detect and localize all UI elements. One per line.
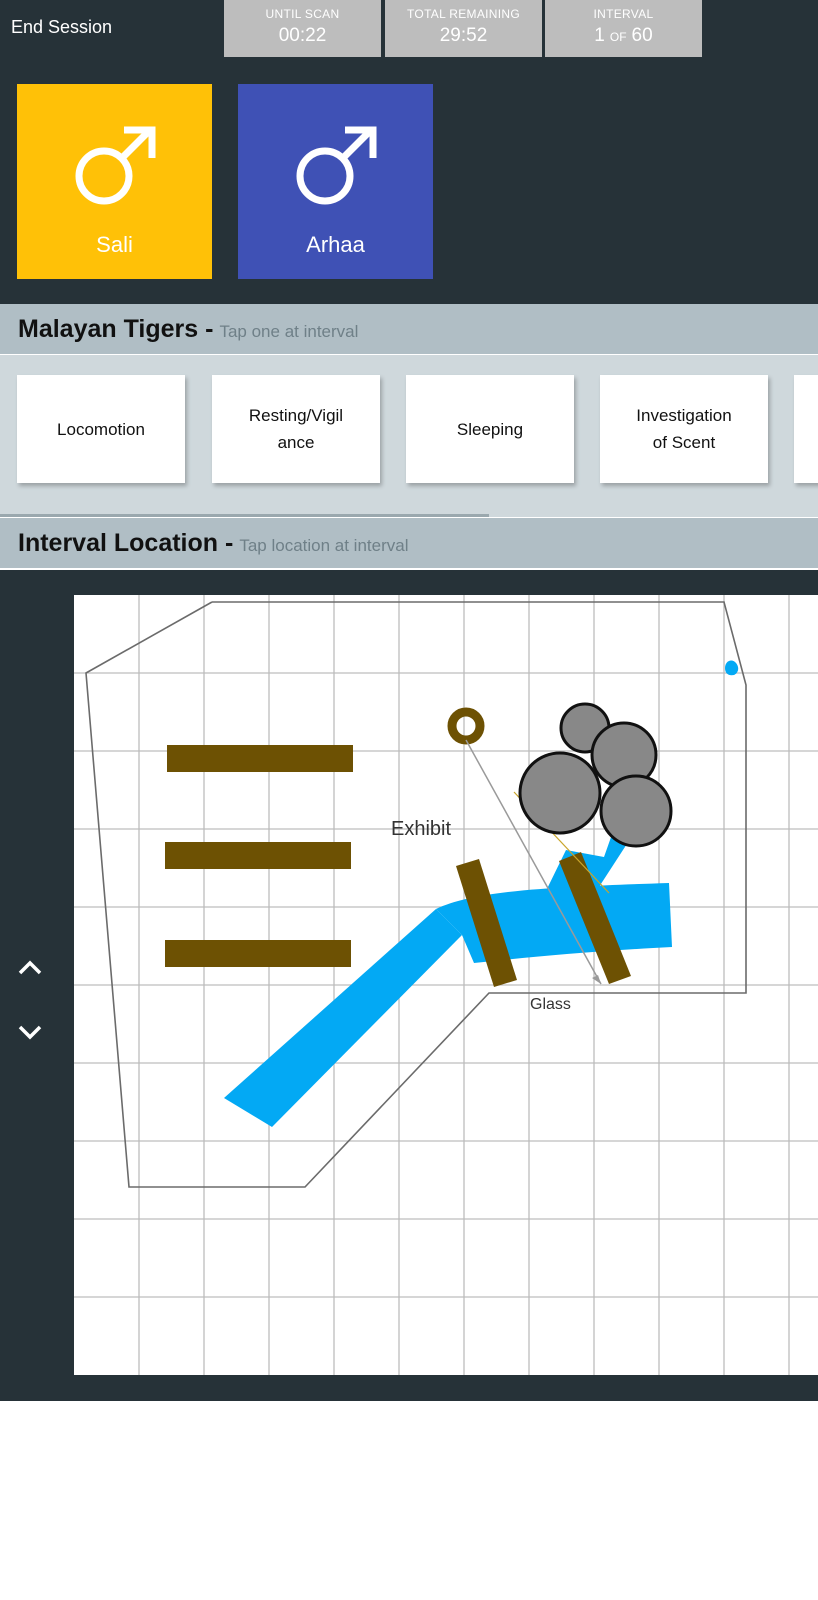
behavior-next-button[interactable] <box>794 375 818 483</box>
behaviors-title-text: Malayan Tigers <box>18 315 199 343</box>
interval-of: OF <box>609 30 627 44</box>
male-icon <box>296 126 377 205</box>
behaviors-header: Malayan Tigers - Tap one at interval <box>0 304 818 354</box>
end-session-button[interactable]: End Session <box>11 17 112 38</box>
behavior-list[interactable]: Locomotion Resting/Vigil ance Sleeping I… <box>0 355 818 517</box>
until-scan-stat: UNTIL SCAN 00:22 <box>224 0 381 57</box>
animal-name: Arhaa <box>306 232 365 257</box>
map-grid <box>74 595 818 1375</box>
until-scan-value: 00:22 <box>278 25 327 46</box>
location-title: Interval Location - Tap location at inter… <box>18 529 408 558</box>
location-header: Interval Location - Tap location at inter… <box>0 518 818 568</box>
horizontal-scrollbar[interactable] <box>0 514 489 517</box>
exhibit-label: Exhibit <box>391 818 451 840</box>
until-scan-label: UNTIL SCAN <box>265 7 340 21</box>
chevron-up-icon[interactable] <box>16 954 44 982</box>
top-bar: End Session UNTIL SCAN 00:22 TOTAL REMAI… <box>0 0 818 59</box>
exhibit-map-drawing[interactable]: Exhibit Glass <box>74 595 818 1375</box>
location-title-dash: - <box>225 529 234 557</box>
glass-label: Glass <box>530 996 571 1013</box>
interval-current: 1 <box>594 25 605 46</box>
animal-name: Sali <box>96 232 133 257</box>
total-remaining-label: TOTAL REMAINING <box>407 7 520 21</box>
behavior-locomotion-button[interactable]: Locomotion <box>17 375 185 483</box>
location-map-panel: Exhibit Glass <box>0 570 818 1401</box>
location-marker <box>725 660 739 676</box>
behavior-investigation-of-scent-button[interactable]: Investigation of Scent <box>600 375 768 483</box>
total-remaining-value: 29:52 <box>439 25 488 46</box>
location-title-text: Interval Location <box>18 529 219 557</box>
behavior-resting-vigilance-button[interactable]: Resting/Vigil ance <box>212 375 380 483</box>
interval-total: 60 <box>631 25 653 46</box>
location-hint: Tap location at interval <box>239 536 409 555</box>
interval-stat: INTERVAL 1 OF 60 <box>545 0 702 57</box>
animal-tile-arhaa[interactable]: Arhaa <box>238 84 433 279</box>
chevron-down-icon[interactable] <box>16 1018 44 1046</box>
behaviors-hint: Tap one at interval <box>219 322 359 341</box>
total-remaining-stat: TOTAL REMAINING 29:52 <box>385 0 542 57</box>
interval-value: 1 OF 60 <box>545 25 702 47</box>
interval-label: INTERVAL <box>593 7 654 21</box>
behavior-sleeping-button[interactable]: Sleeping <box>406 375 574 483</box>
behaviors-title-dash: - <box>205 315 214 343</box>
behaviors-title: Malayan Tigers - Tap one at interval <box>18 315 358 344</box>
exhibit-map[interactable]: Exhibit Glass <box>74 595 818 1375</box>
rocks <box>518 702 673 848</box>
feeder-ring <box>447 707 485 745</box>
animal-selector: Sali Arhaa <box>0 58 818 304</box>
animal-tile-sali[interactable]: Sali <box>17 84 212 279</box>
male-icon <box>75 126 156 205</box>
